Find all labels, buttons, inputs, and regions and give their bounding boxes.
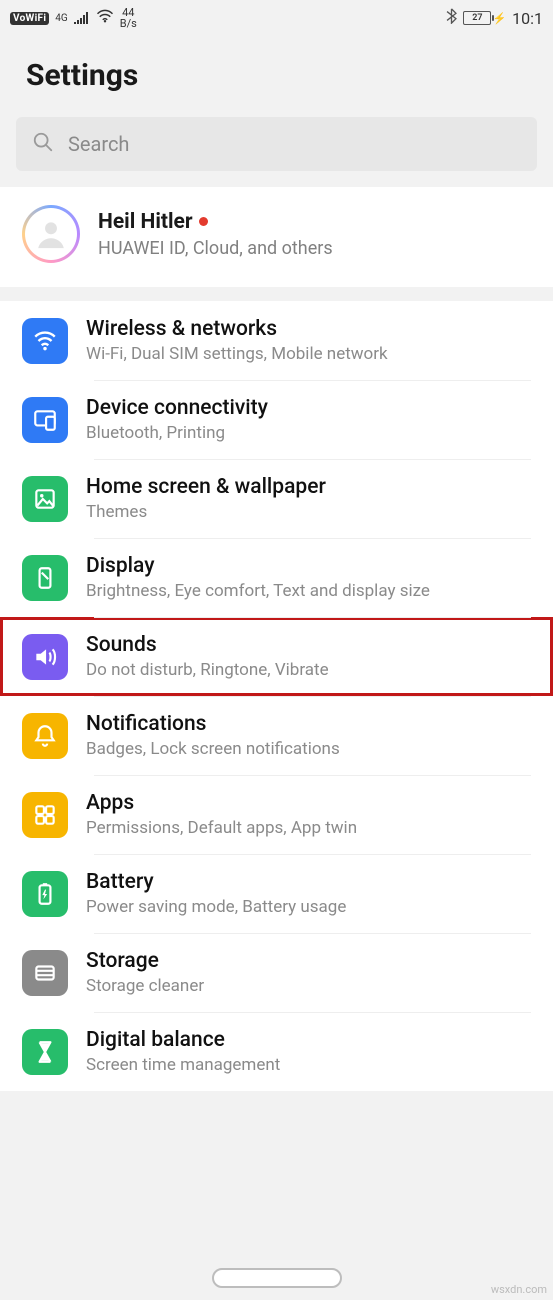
wifi-icon: [96, 9, 114, 27]
item-title: Device connectivity: [86, 396, 531, 420]
battery-indicator: 27 ⚡: [463, 11, 506, 25]
nav-pill[interactable]: [212, 1268, 342, 1288]
account-name: Heil Hitler: [98, 210, 193, 234]
status-left: VoWiFi 4G 44 B/s: [10, 7, 137, 29]
item-subtitle: Brightness, Eye comfort, Text and displa…: [86, 581, 531, 601]
item-subtitle: Badges, Lock screen notifications: [86, 739, 531, 759]
bluetooth-icon: [446, 8, 457, 28]
item-subtitle: Themes: [86, 502, 531, 522]
storage-icon: [22, 950, 68, 996]
apps-icon: [22, 792, 68, 838]
battery-icon: [22, 871, 68, 917]
item-title: Digital balance: [86, 1028, 531, 1052]
item-display[interactable]: Display Brightness, Eye comfort, Text an…: [0, 538, 553, 617]
item-wireless-networks[interactable]: Wireless & networks Wi-Fi, Dual SIM sett…: [0, 301, 553, 380]
item-subtitle: Screen time management: [86, 1055, 531, 1075]
item-subtitle: Storage cleaner: [86, 976, 531, 996]
settings-list: Wireless & networks Wi-Fi, Dual SIM sett…: [0, 301, 553, 1091]
digital-balance-icon: [22, 1029, 68, 1075]
item-subtitle: Permissions, Default apps, App twin: [86, 818, 531, 838]
item-digital-balance[interactable]: Digital balance Screen time management: [0, 1012, 553, 1091]
item-title: Battery: [86, 870, 531, 894]
clock: 10:1: [512, 9, 543, 28]
item-apps[interactable]: Apps Permissions, Default apps, App twin: [0, 775, 553, 854]
search-placeholder: Search: [68, 132, 129, 156]
charging-icon: ⚡: [492, 12, 506, 25]
network-type: 4G: [55, 14, 67, 23]
item-title: Storage: [86, 949, 531, 973]
item-notifications[interactable]: Notifications Badges, Lock screen notifi…: [0, 696, 553, 775]
status-right: 27 ⚡ 10:1: [446, 8, 543, 28]
notifications-icon: [22, 713, 68, 759]
item-subtitle: Do not disturb, Ringtone, Vibrate: [86, 660, 531, 680]
wallpaper-icon: [22, 476, 68, 522]
item-subtitle: Power saving mode, Battery usage: [86, 897, 531, 917]
item-sounds[interactable]: Sounds Do not disturb, Ringtone, Vibrate: [0, 617, 553, 696]
battery-level: 27: [463, 11, 491, 25]
display-icon: [22, 555, 68, 601]
device-connectivity-icon: [22, 397, 68, 443]
account-subtitle: HUAWEI ID, Cloud, and others: [98, 238, 531, 259]
item-title: Notifications: [86, 712, 531, 736]
account-text: Heil Hitler HUAWEI ID, Cloud, and others: [98, 210, 531, 259]
account-row[interactable]: Heil Hitler HUAWEI ID, Cloud, and others: [0, 187, 553, 287]
search-container: Search: [0, 117, 553, 171]
status-bar: VoWiFi 4G 44 B/s 27 ⚡ 10:1: [0, 0, 553, 36]
signal-bars-icon: [74, 12, 90, 24]
avatar-placeholder-icon: [25, 208, 77, 260]
item-title: Apps: [86, 791, 531, 815]
item-title: Wireless & networks: [86, 317, 531, 341]
item-title: Home screen & wallpaper: [86, 475, 531, 499]
search-icon: [32, 131, 54, 158]
watermark: wsxdn.com: [491, 1283, 547, 1296]
item-subtitle: Wi-Fi, Dual SIM settings, Mobile network: [86, 344, 531, 364]
item-home-wallpaper[interactable]: Home screen & wallpaper Themes: [0, 459, 553, 538]
section-gap: [0, 287, 553, 301]
speed-unit: B/s: [120, 18, 137, 29]
page-title: Settings: [0, 36, 553, 117]
item-device-connectivity[interactable]: Device connectivity Bluetooth, Printing: [0, 380, 553, 459]
avatar: [22, 205, 80, 263]
item-title: Sounds: [86, 633, 531, 657]
item-battery[interactable]: Battery Power saving mode, Battery usage: [0, 854, 553, 933]
wifi-settings-icon: [22, 318, 68, 364]
item-title: Display: [86, 554, 531, 578]
vowifi-badge: VoWiFi: [10, 12, 49, 25]
notification-dot-icon: [199, 217, 208, 226]
item-storage[interactable]: Storage Storage cleaner: [0, 933, 553, 1012]
network-4g: 4G: [55, 14, 67, 23]
net-speed: 44 B/s: [120, 7, 137, 29]
search-input[interactable]: Search: [16, 117, 537, 171]
item-subtitle: Bluetooth, Printing: [86, 423, 531, 443]
sounds-icon: [22, 634, 68, 680]
